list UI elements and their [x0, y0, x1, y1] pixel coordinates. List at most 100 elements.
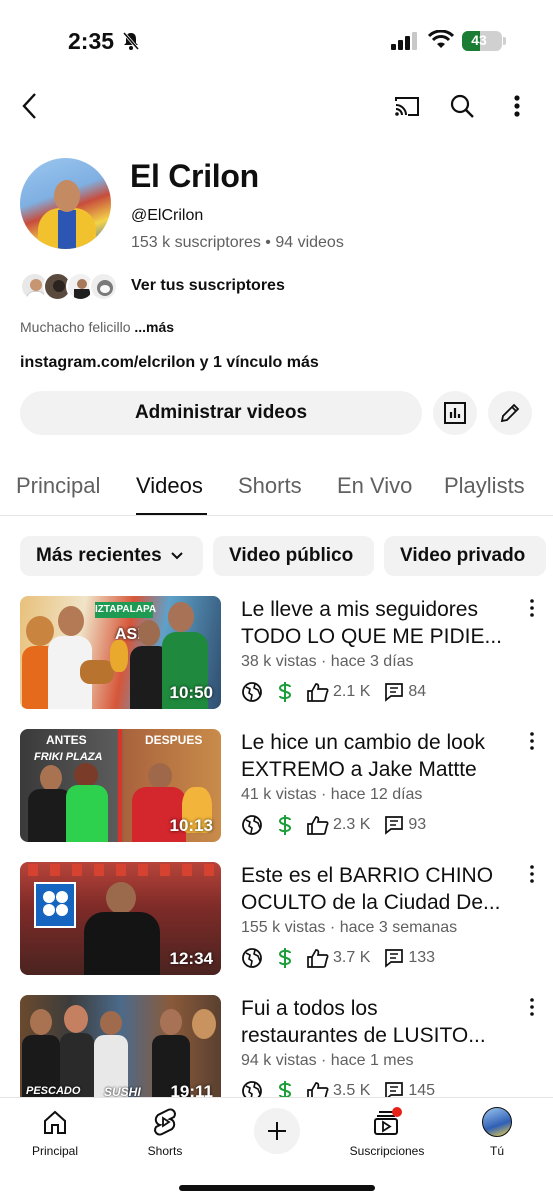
analytics-button[interactable] [433, 391, 477, 435]
video-title-line2[interactable]: OCULTO de la Ciudad De... [241, 889, 516, 916]
description-more[interactable]: ...más [134, 319, 174, 335]
subscriber-avatar [89, 271, 118, 301]
nav-label: Shorts [147, 1144, 183, 1158]
public-video-chip[interactable]: Video público [213, 536, 374, 576]
battery-level: 43 [471, 32, 487, 48]
video-title-line2[interactable]: restaurantes de LUSITO... [241, 1022, 516, 1049]
video-title[interactable]: Le hice un cambio de look [241, 729, 516, 756]
video-item[interactable]: 12:34 Este es el BARRIO CHINO OCULTO de … [0, 862, 553, 982]
wifi-icon [427, 29, 455, 55]
likes-count: 2.1 K [333, 683, 371, 700]
monetization-icon [277, 681, 293, 703]
status-time: 2:35 [68, 28, 115, 54]
home-indicator [179, 1185, 375, 1191]
tab-playlists[interactable]: Playlists [444, 473, 525, 499]
analytics-icon [444, 402, 466, 424]
signal-icon [391, 32, 421, 55]
video-duration: 12:34 [169, 949, 213, 968]
nav-label: Suscripciones [349, 1144, 425, 1158]
channel-links[interactable]: instagram.com/elcrilon y 1 vínculo más [20, 354, 319, 372]
video-stats: 2.1 K 84 [241, 680, 440, 704]
nav-suscripciones[interactable]: Suscripciones [342, 1106, 432, 1158]
back-arrow-icon [22, 93, 36, 119]
sort-chip-label: Más recientes [36, 545, 162, 566]
video-item[interactable]: IZTAPALAPA ASP 10:50 Le lleve a mis segu… [0, 596, 553, 716]
cast-icon [395, 97, 419, 116]
back-button[interactable] [12, 88, 48, 124]
video-menu-icon[interactable] [526, 864, 538, 884]
video-thumbnail[interactable]: ANTES DESPUES FRIKI PLAZA 10:13 [20, 729, 221, 842]
user-avatar [482, 1107, 512, 1137]
plus-icon [268, 1122, 286, 1140]
video-title[interactable]: Este es el BARRIO CHINO [241, 862, 516, 889]
comment-icon [385, 949, 404, 968]
manage-videos-button[interactable]: Administrar videos [20, 391, 422, 435]
battery-icon: 43 [462, 31, 506, 51]
channel-handle: @ElCrilon [131, 207, 204, 224]
nav-shorts[interactable]: Shorts [120, 1106, 210, 1158]
status-bar: 2:35 43 [0, 0, 553, 80]
video-stats: 3.7 K 133 [241, 946, 449, 970]
comment-icon [385, 816, 404, 835]
metro-logo [34, 882, 76, 928]
video-menu-icon[interactable] [526, 997, 538, 1017]
visibility-globe-icon [241, 681, 263, 703]
video-duration: 10:50 [169, 683, 213, 702]
comment-icon [385, 683, 404, 702]
video-item[interactable]: ANTES DESPUES FRIKI PLAZA 10:13 Le hice … [0, 729, 553, 849]
visibility-globe-icon [241, 947, 263, 969]
search-icon [450, 94, 474, 118]
video-menu-icon[interactable] [526, 731, 538, 751]
video-thumbnail[interactable]: PESCADO SUSHI 19:11 [20, 995, 221, 1108]
nav-label: Tú [489, 1144, 504, 1158]
video-stats: 2.3 K 93 [241, 813, 440, 837]
comments-stat: 84 [384, 682, 426, 702]
video-title-line2[interactable]: TODO LO QUE ME PIDIE... [241, 623, 516, 650]
search-button[interactable] [444, 88, 480, 124]
channel-avatar[interactable] [20, 158, 111, 249]
video-meta: 155 k vistas · hace 3 semanas [241, 919, 458, 936]
video-thumbnail[interactable]: 12:34 [20, 862, 221, 975]
tab-en-vivo[interactable]: En Vivo [337, 473, 412, 499]
subscriber-avatars[interactable] [20, 270, 118, 302]
bottom-navigation: Principal Shorts Suscripciones Tú [0, 1097, 553, 1200]
tab-videos[interactable]: Videos [136, 473, 203, 499]
comments-stat: 133 [384, 948, 435, 968]
tab-shorts[interactable]: Shorts [238, 473, 302, 499]
create-button[interactable] [254, 1108, 300, 1154]
tab-principal[interactable]: Principal [16, 473, 100, 499]
video-title[interactable]: Fui a todos los [241, 995, 516, 1022]
edit-channel-button[interactable] [488, 391, 532, 435]
see-subscribers-link[interactable]: Ver tus suscriptores [131, 277, 285, 295]
thumbnail-sign: IZTAPALAPA [95, 602, 156, 618]
thumbnail-text: PESCADO [26, 1085, 81, 1097]
nav-principal[interactable]: Principal [10, 1106, 100, 1158]
private-video-chip[interactable]: Video privado [384, 536, 546, 576]
shorts-icon [154, 1108, 176, 1136]
home-icon [44, 1110, 66, 1134]
comments-stat: 93 [384, 815, 426, 835]
likes-count: 2.3 K [333, 816, 371, 833]
active-tab-indicator [136, 513, 207, 515]
nav-tu[interactable]: Tú [452, 1106, 542, 1158]
filter-chips: Más recientes Video público Video privad… [0, 536, 553, 576]
channel-stats: 153 k suscriptores • 94 videos [131, 234, 344, 251]
thumbnail-label-before: ANTES [46, 733, 87, 747]
video-duration: 10:13 [169, 816, 213, 835]
video-thumbnail[interactable]: IZTAPALAPA ASP 10:50 [20, 596, 221, 709]
video-title[interactable]: Le lleve a mis seguidores [241, 596, 516, 623]
channel-tabs: Principal Videos Shorts En Vivo Playlist… [0, 466, 553, 516]
chevron-down-icon [170, 552, 183, 560]
video-menu-icon[interactable] [526, 598, 538, 618]
more-options-button[interactable] [499, 88, 535, 124]
silent-bell-icon [121, 31, 141, 56]
likes-stat: 2.3 K [307, 815, 370, 835]
sort-chip[interactable]: Más recientes [20, 536, 203, 576]
video-title-line2[interactable]: EXTREMO a Jake Mattte [241, 756, 516, 783]
channel-name: El Crilon [130, 158, 259, 194]
subscriptions-icon [374, 1107, 402, 1135]
cast-button[interactable] [389, 88, 425, 124]
thumbnail-sign: FRIKI PLAZA [34, 751, 103, 763]
description-text: Muchacho felicillo [20, 319, 131, 335]
channel-description[interactable]: Muchacho felicillo ...más [20, 319, 174, 335]
